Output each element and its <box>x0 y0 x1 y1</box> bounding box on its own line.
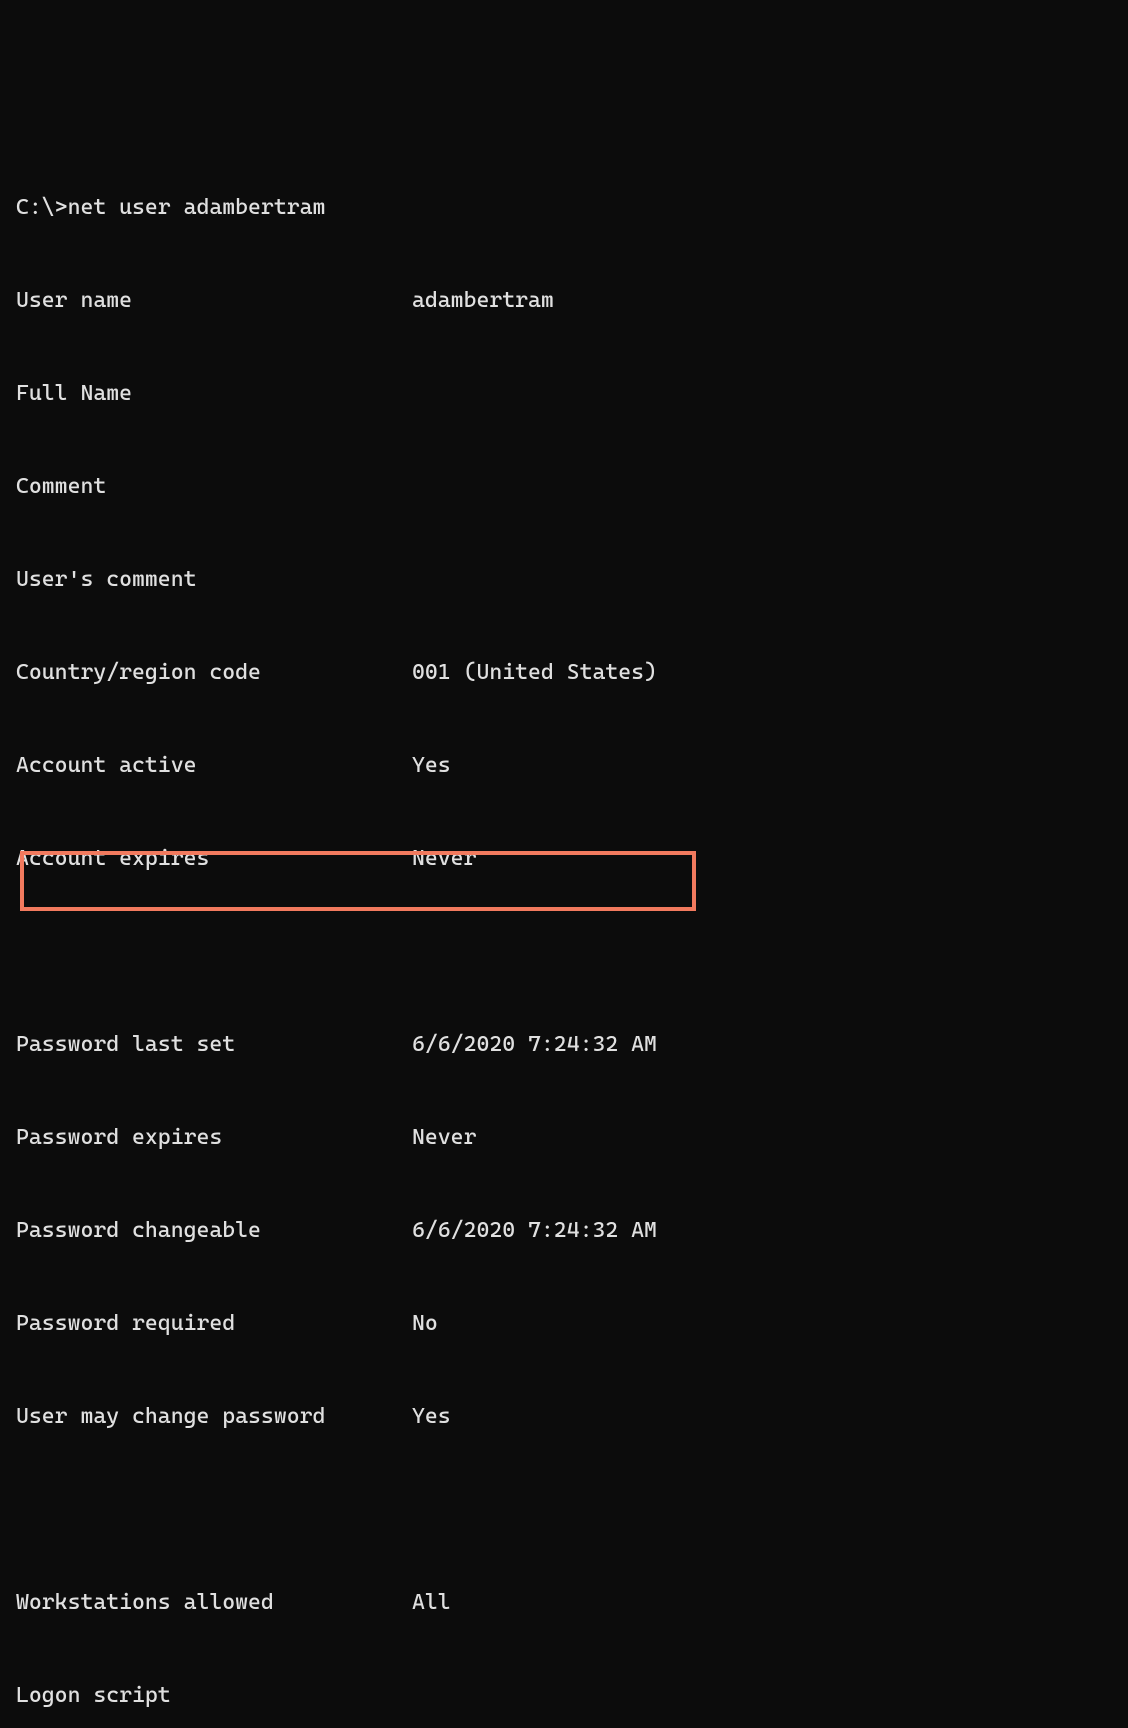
field-user-may-change: User may change passwordYes <box>16 1401 1112 1432</box>
field-account-active: Account activeYes <box>16 750 1112 781</box>
field-password-required: Password requiredNo <box>16 1308 1112 1339</box>
field-password-expires: Password expiresNever <box>16 1122 1112 1153</box>
field-workstations: Workstations allowedAll <box>16 1587 1112 1618</box>
blank-1 <box>16 936 1112 967</box>
terminal-output[interactable]: C:\>net user adambertram User nameadambe… <box>16 130 1112 1728</box>
field-user-name: User nameadambertram <box>16 285 1112 316</box>
blank-2 <box>16 1494 1112 1525</box>
command-text: net user adambertram <box>68 195 326 220</box>
prompt: C:\> <box>16 195 68 220</box>
field-comment: Comment <box>16 471 1112 502</box>
field-account-expires: Account expiresNever <box>16 843 1112 874</box>
field-password-changeable: Password changeable6/6/2020 7:24:32 AM <box>16 1215 1112 1246</box>
command-line: C:\>net user adambertram <box>16 192 1112 223</box>
field-password-last-set: Password last set6/6/2020 7:24:32 AM <box>16 1029 1112 1060</box>
field-users-comment: User's comment <box>16 564 1112 595</box>
field-full-name: Full Name <box>16 378 1112 409</box>
field-country-region: Country/region code001 (United States) <box>16 657 1112 688</box>
field-logon-script: Logon script <box>16 1680 1112 1711</box>
